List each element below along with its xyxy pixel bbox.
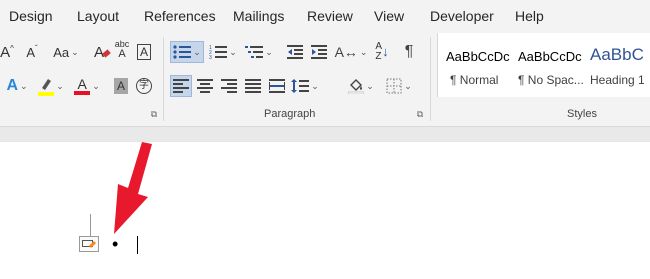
numbering-button[interactable]: 1 2 3 ⌄ (208, 41, 238, 63)
multilevel-list-icon (245, 46, 264, 58)
group-separator (430, 37, 431, 121)
show-formatting-marks-button[interactable]: ¶ (400, 41, 418, 63)
text-effects-icon: A (6, 77, 18, 94)
tab-help[interactable]: Help (515, 0, 544, 33)
style-heading-1[interactable]: AaBbC Heading 1 (582, 39, 650, 95)
sort-button[interactable]: A Z ↓ (372, 41, 392, 63)
highlight-color-button[interactable]: ⌄ (38, 75, 64, 97)
styles-gallery: AaBbCcDc ¶ Normal AaBbCcDc ¶ No Spac... … (437, 33, 650, 97)
tab-review[interactable]: Review (307, 0, 353, 33)
document-page[interactable]: • (0, 141, 650, 279)
group-separator (163, 37, 164, 121)
decrease-indent-button[interactable] (284, 41, 306, 63)
font-color-swatch (74, 91, 91, 95)
bullet-list-icon (173, 45, 192, 59)
text-direction-icon: A↔ (334, 44, 358, 60)
numbered-list-icon: 1 2 3 (209, 45, 228, 59)
font-dialog-launcher-icon[interactable]: ⧉ (149, 109, 159, 119)
character-shading-button[interactable]: A (112, 75, 130, 97)
grow-font-button[interactable]: A ^ (0, 41, 14, 63)
sort-icon: A Z ↓ (375, 41, 389, 62)
line-spacing-icon (291, 79, 310, 93)
text-effects-color-button[interactable]: A ⌄ (0, 75, 34, 97)
multilevel-list-button[interactable]: ⌄ (244, 41, 274, 63)
decrease-indent-icon (287, 45, 303, 59)
distributed-icon (269, 79, 285, 93)
style-name: Heading 1 (590, 73, 645, 87)
increase-indent-button[interactable] (308, 41, 330, 63)
align-left-icon (173, 79, 189, 93)
style-no-spacing[interactable]: AaBbCcDc ¶ No Spac... (510, 39, 584, 95)
align-right-button[interactable] (218, 75, 240, 97)
red-arrow-annotation-icon (114, 142, 152, 234)
bullets-button[interactable]: ⌄ (170, 41, 204, 63)
style-sample: AaBbCcDc (518, 49, 582, 64)
tab-design[interactable]: Design (9, 0, 53, 33)
align-center-icon (197, 79, 213, 93)
tab-developer[interactable]: Developer (430, 0, 494, 33)
clear-formatting-icon: A (94, 44, 111, 61)
ribbon-tab-bar: Design Layout References Mailings Review… (0, 0, 650, 34)
paragraph-dialog-launcher-icon[interactable]: ⧉ (415, 109, 425, 119)
character-border-icon: A (136, 44, 151, 60)
align-left-button[interactable] (170, 75, 192, 97)
tab-references[interactable]: References (144, 0, 216, 33)
enclose-characters-button[interactable]: 字 (135, 75, 153, 97)
tab-layout[interactable]: Layout (77, 0, 119, 33)
shrink-font-button[interactable]: Aˇ (22, 41, 42, 63)
style-normal[interactable]: AaBbCcDc ¶ Normal (438, 39, 510, 95)
text-direction-button[interactable]: A↔ ⌄ (334, 41, 368, 63)
pilcrow-icon: ¶ (404, 43, 414, 60)
change-case-button[interactable]: Aa ⌄ (50, 41, 82, 63)
justify-icon (245, 79, 261, 93)
paint-bucket-icon (348, 79, 365, 94)
character-border-button[interactable]: A (135, 41, 153, 63)
font-color-button[interactable]: A ⌄ (74, 75, 100, 97)
style-name: ¶ No Spac... (518, 73, 584, 87)
ribbon: A ^ Aˇ Aa ⌄ A abc A A A ⌄ ⌄ A ⌄ A 字 ⧉ ⌄ … (0, 33, 650, 127)
shading-button[interactable]: ⌄ (346, 75, 376, 97)
style-name: ¶ Normal (450, 73, 499, 87)
svg-text:3: 3 (209, 55, 212, 59)
styles-group-label: Styles (567, 108, 597, 120)
paragraph-group-label: Paragraph (264, 108, 316, 120)
line-spacing-button[interactable]: ⌄ (290, 75, 320, 97)
borders-button[interactable]: ⌄ (384, 75, 414, 97)
highlighter-icon (38, 79, 55, 96)
page-gap (0, 127, 650, 141)
style-sample: AaBbC (590, 45, 644, 64)
tab-mailings[interactable]: Mailings (233, 0, 284, 33)
align-right-icon (221, 79, 237, 93)
borders-icon (386, 78, 402, 94)
style-sample: AaBbCcDc (446, 49, 510, 64)
tab-view[interactable]: View (374, 0, 404, 33)
autocorrect-options-icon[interactable] (79, 236, 99, 252)
clear-formatting-button[interactable]: A (88, 41, 111, 63)
align-center-button[interactable] (194, 75, 216, 97)
text-effects-button[interactable]: abc A (112, 39, 132, 61)
justify-button[interactable] (242, 75, 264, 97)
margin-guide (90, 214, 91, 236)
increase-indent-icon (311, 45, 327, 59)
enclose-characters-icon: 字 (136, 78, 152, 94)
distributed-button[interactable] (266, 75, 288, 97)
